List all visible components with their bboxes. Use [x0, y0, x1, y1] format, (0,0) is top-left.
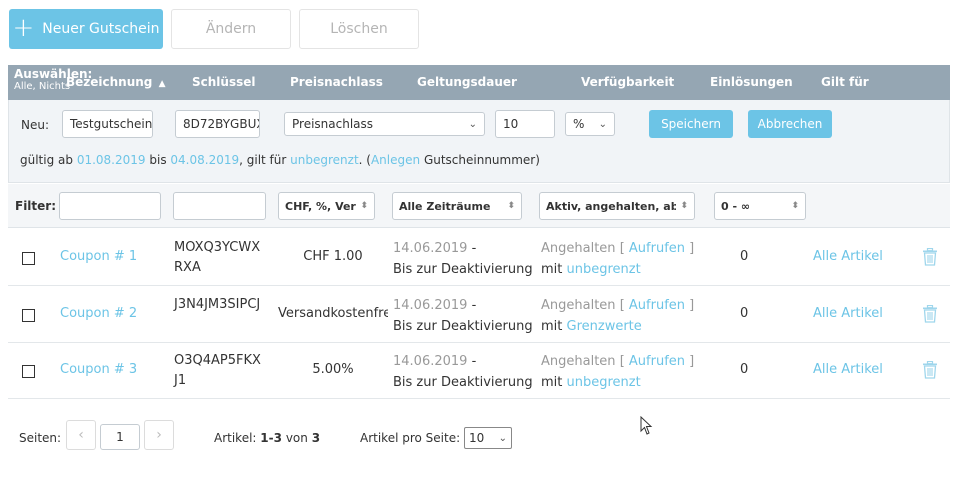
updown-icon: ⬍ — [680, 201, 688, 211]
chevron-down-icon: ⌄ — [598, 118, 607, 130]
trash-icon[interactable] — [922, 361, 938, 379]
toolbar: + Neuer Gutschein Ändern Löschen — [9, 9, 419, 49]
coupon-discount: 5.00% — [312, 362, 354, 377]
activate-link[interactable]: Aufrufen — [629, 298, 685, 313]
cancel-button[interactable]: Abbrechen — [748, 110, 832, 138]
column-header-redemptions[interactable]: Einlösungen — [710, 75, 793, 89]
pages-label: Seiten: — [19, 431, 62, 445]
updown-icon: ⬍ — [791, 201, 799, 211]
discount-type-select[interactable]: Preisnachlass ⌄ — [284, 112, 485, 136]
coupon-redemptions: 0 — [740, 249, 749, 264]
limit-link[interactable]: unbegrenzt — [567, 262, 641, 277]
plus-icon: + — [12, 12, 35, 43]
activate-link[interactable]: Aufrufen — [629, 241, 685, 256]
coupon-availability: Angehalten [ Aufrufen ] mit unbegrenzt — [541, 354, 695, 390]
applies-to-link[interactable]: Alle Artikel — [813, 306, 883, 321]
coupon-redemptions: 0 — [740, 306, 749, 321]
prev-page-button[interactable]: ‹ — [66, 420, 96, 450]
activate-link[interactable]: Aufrufen — [629, 354, 685, 369]
coupon-name-link[interactable]: Coupon # 1 — [60, 249, 137, 264]
amount-input[interactable]: 10 — [495, 110, 555, 138]
edit-button[interactable]: Ändern — [171, 9, 291, 49]
per-page-label: Artikel pro Seite: — [360, 431, 461, 445]
filter-row: Filter: CHF, %, Versand ⬍ Alle Zeiträume… — [8, 184, 950, 228]
create-link[interactable]: Anlegen — [371, 153, 420, 167]
row-checkbox[interactable] — [22, 309, 35, 322]
coupon-key: MOXQ3YCWX RXA — [174, 240, 261, 275]
column-header-availability[interactable]: Verfügbarkeit — [581, 75, 674, 89]
trash-icon[interactable] — [922, 248, 938, 266]
key-input[interactable]: 8D72BYGBUX — [175, 110, 260, 138]
filter-availability-select[interactable]: Aktiv, angehalten, abgelaufen ⬍ — [539, 192, 695, 220]
unit-select[interactable]: % ⌄ — [565, 112, 615, 136]
pagination: Seiten: ‹ 1 › Artikel: 1-3 von 3 Artikel… — [0, 420, 962, 454]
column-header-discount[interactable]: Preisnachlass — [290, 75, 383, 89]
coupon-validity: 14.06.2019 - Bis zur Deaktivierung — [393, 298, 533, 334]
filter-redemptions-select[interactable]: 0 - ∞ ⬍ — [714, 192, 806, 220]
delete-button[interactable]: Löschen — [299, 9, 419, 49]
coupon-discount: CHF 1.00 — [303, 249, 363, 264]
filter-key-input[interactable] — [173, 192, 266, 220]
page-input[interactable]: 1 — [100, 424, 140, 450]
articles-summary: Artikel: 1-3 von 3 — [214, 431, 321, 445]
coupon-key: J3N4JM3SIPCJ — [174, 297, 261, 312]
valid-from-link[interactable]: 01.08.2019 — [77, 153, 146, 167]
name-input[interactable]: Testgutschein — [62, 110, 153, 138]
applies-to-link[interactable]: Alle Artikel — [813, 362, 883, 377]
limit-link[interactable]: Grenzwerte — [567, 319, 642, 334]
filter-name-input[interactable] — [59, 192, 161, 220]
validity-text: gültig ab 01.08.2019 bis 04.08.2019, gil… — [20, 153, 540, 167]
column-header-validity[interactable]: Geltungsdauer — [417, 75, 517, 89]
coupon-discount: Versandkostenfrei — [278, 306, 388, 321]
limit-link[interactable]: unbegrenzt — [567, 375, 641, 390]
sort-asc-icon: ▲ — [158, 79, 166, 89]
new-coupon-label: Neuer Gutschein — [42, 21, 160, 37]
table-row[interactable]: Coupon # 3 O3Q4AP5FKX J1 5.00% 14.06.201… — [8, 342, 950, 399]
coupon-validity: 14.06.2019 - Bis zur Deaktivierung — [393, 354, 533, 390]
updown-icon: ⬍ — [360, 201, 368, 211]
coupon-availability: Angehalten [ Aufrufen ] mit unbegrenzt — [541, 241, 695, 277]
table-header: Auswählen: Alle, Nichts Bezeichnung ▲ Sc… — [8, 65, 950, 100]
applies-to-link[interactable]: Alle Artikel — [813, 249, 883, 264]
uses-link[interactable]: unbegrenzt — [290, 153, 359, 167]
coupon-validity: 14.06.2019 - Bis zur Deaktivierung — [393, 241, 533, 277]
coupon-name-link[interactable]: Coupon # 3 — [60, 362, 137, 377]
column-header-name[interactable]: Bezeichnung ▲ — [66, 75, 166, 89]
chevron-down-icon: ⌄ — [498, 432, 507, 444]
filter-label: Filter: — [15, 199, 57, 213]
new-label: Neu: — [21, 118, 50, 132]
new-coupon-row: Neu: Testgutschein 8D72BYGBUX Preisnachl… — [8, 100, 950, 183]
coupon-availability: Angehalten [ Aufrufen ] mit Grenzwerte — [541, 298, 695, 334]
column-header-applies[interactable]: Gilt für — [821, 75, 869, 89]
save-button[interactable]: Speichern — [649, 110, 733, 138]
coupon-redemptions: 0 — [740, 362, 749, 377]
chevron-right-icon: › — [156, 427, 162, 443]
filter-period-select[interactable]: Alle Zeiträume ⬍ — [392, 192, 522, 220]
updown-icon: ⬍ — [507, 201, 515, 211]
table-row[interactable]: Coupon # 1 MOXQ3YCWX RXA CHF 1.00 14.06.… — [8, 229, 950, 286]
column-header-key[interactable]: Schlüssel — [192, 75, 256, 89]
coupon-key: O3Q4AP5FKX J1 — [174, 353, 261, 388]
filter-discount-select[interactable]: CHF, %, Versand ⬍ — [278, 192, 375, 220]
new-coupon-button[interactable]: + Neuer Gutschein — [9, 9, 163, 49]
chevron-down-icon: ⌄ — [468, 118, 477, 130]
chevron-left-icon: ‹ — [78, 427, 84, 443]
next-page-button[interactable]: › — [144, 420, 174, 450]
row-checkbox[interactable] — [22, 252, 35, 265]
valid-to-link[interactable]: 04.08.2019 — [170, 153, 239, 167]
row-checkbox[interactable] — [22, 365, 35, 378]
table-row[interactable]: Coupon # 2 J3N4JM3SIPCJ Versandkostenfre… — [8, 286, 950, 343]
coupon-name-link[interactable]: Coupon # 2 — [60, 306, 137, 321]
trash-icon[interactable] — [922, 305, 938, 323]
mouse-cursor-icon — [640, 416, 653, 435]
per-page-select[interactable]: 10 ⌄ — [464, 427, 512, 449]
